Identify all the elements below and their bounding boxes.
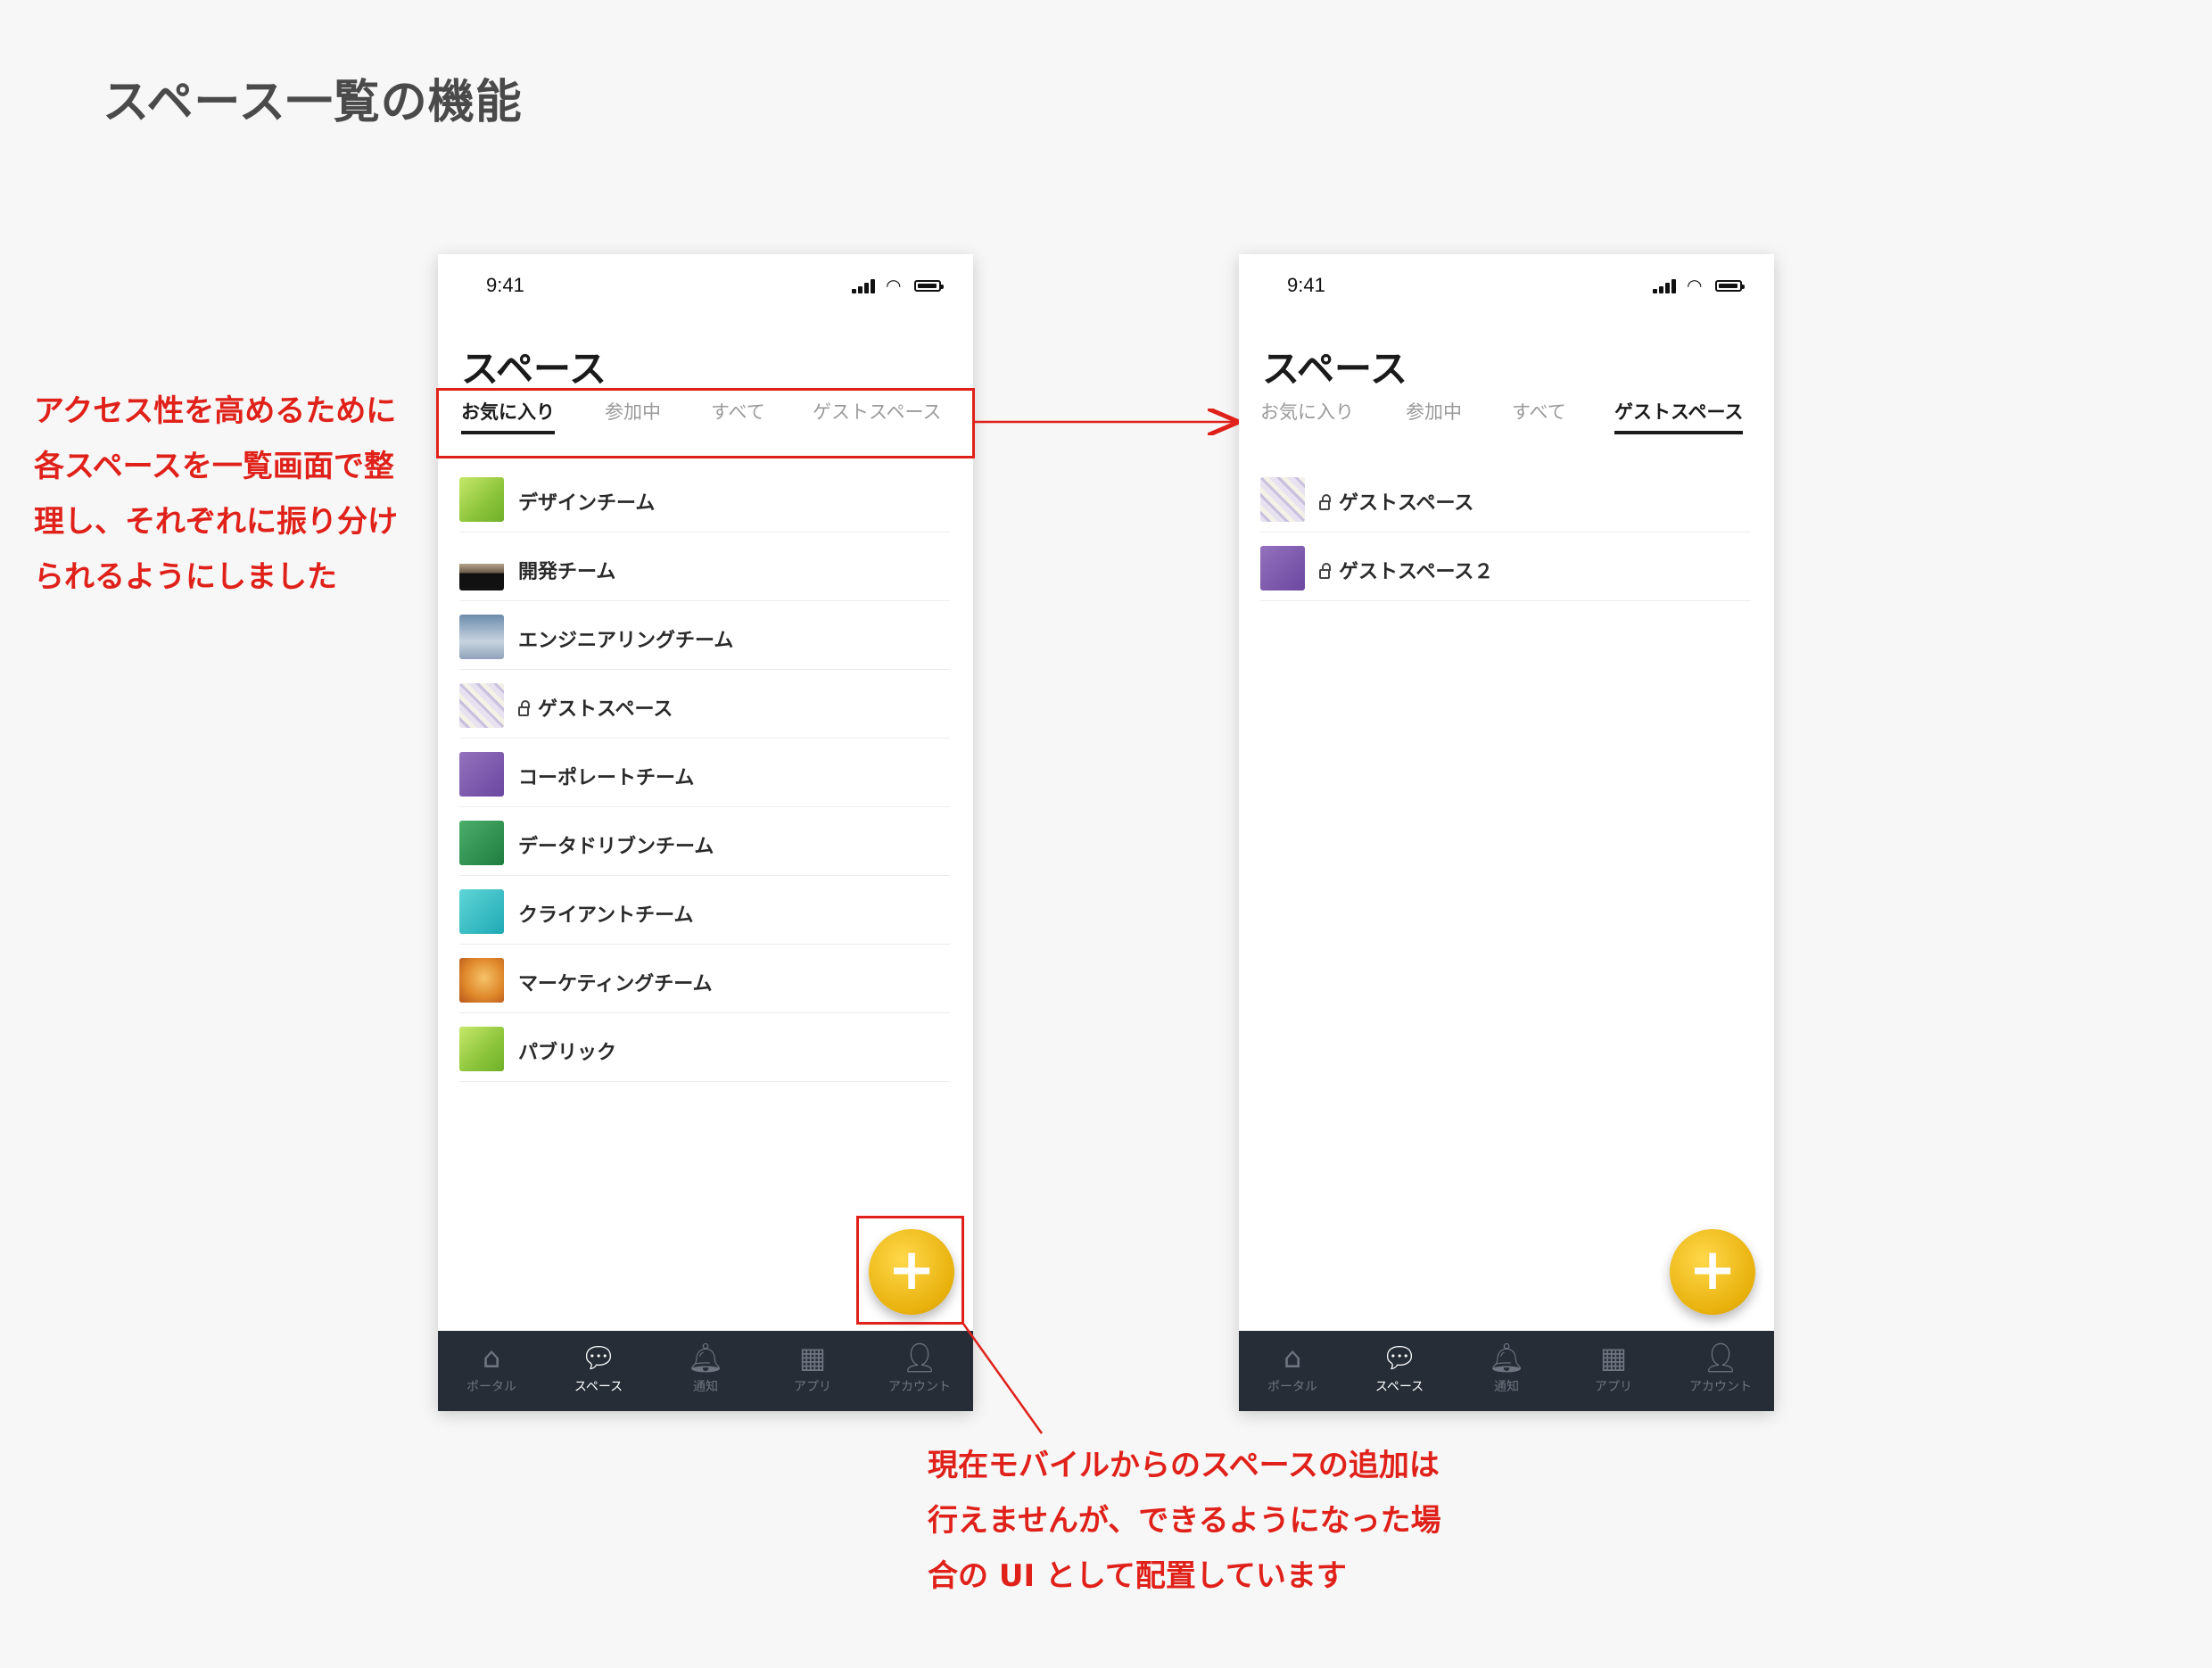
space-list-item[interactable]: コーポレートチーム <box>459 739 950 807</box>
space-list-item[interactable]: ゲストスペース２ <box>1260 533 1751 601</box>
nav-account[interactable]: 👤︎ アカウント <box>866 1340 973 1407</box>
space-name: パブリック <box>518 1042 617 1064</box>
tab-joined[interactable]: 参加中 <box>1406 397 1462 442</box>
nav-apps[interactable]: ▦ アプリ <box>759 1340 866 1407</box>
wifi-icon: ◠ <box>886 275 902 296</box>
space-thumbnail <box>459 477 504 522</box>
person-icon: 👤︎ <box>901 1341 938 1375</box>
tabs-annotation: アクセス性を高めるために 各スペースを一覧画面で整 理し、それぞれに振り分け ら… <box>34 393 398 595</box>
fab-highlight-box <box>856 1216 964 1325</box>
nav-portal[interactable]: ⌂ ポータル <box>1239 1340 1346 1407</box>
home-icon: ⌂ <box>482 1341 501 1375</box>
add-space-button[interactable]: + <box>1670 1229 1755 1315</box>
battery-icon <box>914 280 944 292</box>
space-name: ゲストスペース <box>518 693 673 722</box>
battery-icon <box>1715 280 1745 292</box>
space-thumbnail <box>459 1027 504 1071</box>
space-name: 開発チーム <box>518 561 616 583</box>
space-name: デザインチーム <box>518 492 656 515</box>
space-name: コーポレートチーム <box>518 767 695 789</box>
grid-icon: ▦ <box>798 1341 827 1375</box>
nav-spaces[interactable]: 💬︎ スペース <box>545 1340 652 1407</box>
space-thumbnail <box>459 683 504 728</box>
space-thumbnail <box>459 889 504 934</box>
space-list-item[interactable]: 開発チーム <box>459 533 950 601</box>
tab-all[interactable]: すべて <box>1512 397 1566 442</box>
space-name: データドリブンチーム <box>518 836 714 858</box>
space-list: ゲストスペース ゲストスペース２ <box>1260 464 1751 601</box>
bell-icon: 🔔︎ <box>687 1341 724 1375</box>
space-name: ゲストスペース２ <box>1319 556 1493 584</box>
signal-icon <box>1653 277 1680 293</box>
phone-mockup-guest-spaces: 9:41 ◠ スペース お気に入り 参加中 すべて ゲストスペース ゲストスペー… <box>1239 254 1774 1411</box>
space-list-item[interactable]: データドリブンチーム <box>459 807 950 876</box>
lock-icon <box>518 700 530 716</box>
status-icons: ◠ <box>1653 277 1751 295</box>
tab-favorites[interactable]: お気に入り <box>1260 397 1354 442</box>
space-thumbnail <box>459 546 504 590</box>
signal-icon <box>852 277 879 293</box>
lock-icon <box>1319 563 1331 579</box>
space-thumbnail <box>459 752 504 797</box>
space-thumbnail <box>1260 546 1305 590</box>
tabs-highlight-box <box>436 388 975 458</box>
space-list-item[interactable]: ゲストスペース <box>459 670 950 739</box>
fab-callout-line <box>962 1323 1044 1434</box>
nav-notifications[interactable]: 🔔︎ 通知 <box>652 1340 759 1407</box>
bottom-nav: ⌂ ポータル 💬︎ スペース 🔔︎ 通知 ▦ アプリ 👤︎ アカウント <box>1239 1331 1774 1411</box>
fab-annotation: 現在モバイルからのスペースの追加は 行えませんが、できるようになった場 合の U… <box>928 1448 1441 1594</box>
person-icon: 👤︎ <box>1702 1341 1739 1375</box>
space-list-item[interactable]: マーケティングチーム <box>459 945 950 1013</box>
speech-bubble-icon: 💬︎ <box>1381 1341 1418 1375</box>
status-time: 9:41 <box>1287 274 1325 296</box>
nav-portal[interactable]: ⌂ ポータル <box>438 1340 545 1407</box>
space-list-item[interactable]: デザインチーム <box>459 464 950 533</box>
space-thumbnail <box>459 821 504 865</box>
annotation-connectors <box>962 0 2212 1434</box>
nav-apps[interactable]: ▦ アプリ <box>1560 1340 1667 1407</box>
status-time: 9:41 <box>486 274 524 296</box>
bottom-nav: ⌂ ポータル 💬︎ スペース 🔔︎ 通知 ▦ アプリ 👤︎ アカウント <box>438 1331 973 1411</box>
tab-guest-spaces[interactable]: ゲストスペース <box>1614 397 1744 442</box>
nav-notifications[interactable]: 🔔︎ 通知 <box>1453 1340 1560 1407</box>
space-thumbnail <box>459 958 504 1003</box>
speech-bubble-icon: 💬︎ <box>580 1341 617 1375</box>
lock-icon <box>1319 494 1331 510</box>
space-name: ゲストスペース <box>1319 487 1473 516</box>
space-list-item[interactable]: エンジニアリングチーム <box>459 601 950 670</box>
space-list-item[interactable]: クライアントチーム <box>459 876 950 945</box>
page-title: スペース一覧の機能 <box>103 76 523 129</box>
space-name: クライアントチーム <box>518 904 694 927</box>
space-list: デザインチーム 開発チーム エンジニアリングチーム ゲストスペース コーポレート… <box>459 464 950 1082</box>
nav-account[interactable]: 👤︎ アカウント <box>1667 1340 1774 1407</box>
space-name: マーケティングチーム <box>518 973 713 995</box>
nav-spaces[interactable]: 💬︎ スペース <box>1346 1340 1453 1407</box>
bell-icon: 🔔︎ <box>1488 1341 1525 1375</box>
space-thumbnail <box>459 615 504 659</box>
space-name: エンジニアリングチーム <box>518 630 734 652</box>
space-list-item[interactable]: パブリック <box>459 1013 950 1082</box>
status-icons: ◠ <box>852 277 950 295</box>
screen-title: スペース <box>461 347 607 391</box>
space-list-item[interactable]: ゲストスペース <box>1260 464 1751 533</box>
wifi-icon: ◠ <box>1687 275 1703 296</box>
tab-bar: お気に入り 参加中 すべて ゲストスペース <box>1239 397 1774 442</box>
home-icon: ⌂ <box>1283 1341 1302 1375</box>
screen-title: スペース <box>1262 347 1407 391</box>
grid-icon: ▦ <box>1599 1341 1628 1375</box>
space-thumbnail <box>1260 477 1305 522</box>
